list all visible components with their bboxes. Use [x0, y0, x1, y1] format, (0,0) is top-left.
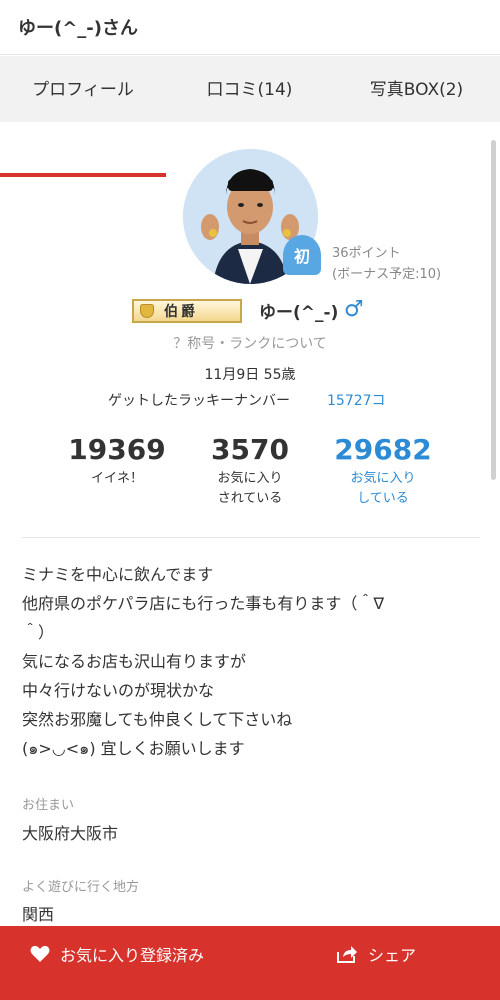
bio-line: ＾） — [22, 623, 55, 642]
tab-reviews[interactable]: 口コミ(14) — [166, 56, 333, 118]
first-time-badge: 初 — [283, 235, 321, 279]
divider — [22, 537, 480, 538]
birthday-age: 11月9日 55歳 — [204, 367, 296, 383]
page-title: ゆー(^_-)さん — [18, 18, 139, 39]
favoriting-count: 29682 — [334, 433, 432, 466]
bio-line: 中々行けないのが現状かな — [22, 681, 215, 700]
bio-line: 気になるお店も沢山有りますが — [22, 652, 247, 671]
bottom-action-bar: お気に入り登録済み シェア — [0, 926, 500, 1000]
points-value: 36ポイント — [332, 246, 401, 261]
favorite-button-label: お気に入り登録済み — [60, 946, 205, 965]
favorited-by-label-2: されている — [217, 491, 283, 506]
scrollbar[interactable] — [491, 140, 496, 480]
male-gender-icon: ♂ — [344, 297, 364, 322]
heart-icon — [30, 945, 50, 962]
stat-favorited-by: 3570 お気に入り されている — [175, 433, 325, 509]
residence-value: 大阪府大阪市 — [22, 824, 119, 843]
share-button[interactable]: シェア — [336, 938, 416, 970]
rank-label: 伯爵 — [164, 304, 198, 320]
shield-icon — [140, 304, 154, 318]
header: ゆー(^_-)さん — [0, 0, 500, 55]
bio-line: 突然お邪魔しても仲良くして下さいね — [22, 710, 293, 729]
share-icon — [337, 946, 357, 963]
tab-bar: プロフィール 口コミ(14) 写真BOX(2) — [0, 56, 500, 177]
residence-label: お住まい — [22, 798, 75, 813]
lucky-number-link[interactable]: 15727コ — [327, 390, 386, 410]
stat-favoriting[interactable]: 29682 お気に入り している — [308, 433, 458, 509]
likes-label: イイネ！ — [90, 471, 143, 486]
bio-line: ミナミを中心に飲んでます — [22, 565, 214, 584]
area-value: 関西 — [22, 905, 55, 924]
bio-line: 他府県のポケパラ店にも行った事も有ります（＾∇ — [22, 594, 385, 613]
stat-likes: 19369 イイネ！ — [42, 433, 192, 489]
bio: ミナミを中心に飲んでます 他府県のポケパラ店にも行った事も有ります（＾∇ ＾） … — [22, 560, 482, 763]
profile-page: ゆー(^_-)さん プロフィール 口コミ(14) 写真BOX(2) 初 36ポイ… — [0, 0, 500, 1000]
likes-count: 19369 — [68, 433, 166, 466]
points-info: 36ポイント (ボーナス予定:10) — [332, 243, 441, 285]
rank-help-link[interactable]: ？称号・ランクについて — [0, 333, 500, 353]
favorited-by-count: 3570 — [211, 433, 289, 466]
favorite-button[interactable]: お気に入り登録済み — [30, 938, 204, 970]
tab-photo-box[interactable]: 写真BOX(2) — [333, 56, 500, 118]
favoriting-label-2: している — [357, 491, 409, 506]
lucky-number-label: ゲットしたラッキーナンバー — [108, 393, 290, 409]
rank-badge: 伯爵 — [132, 299, 242, 323]
bonus-points: (ボーナス予定:10) — [332, 267, 442, 282]
favoriting-label-1: お気に入り — [350, 471, 416, 486]
bio-line: (๑>◡<๑) 宜しくお願いします — [22, 739, 245, 758]
area-label: よく遊びに行く地方 — [22, 880, 140, 895]
share-button-label: シェア — [368, 946, 417, 965]
first-time-badge-label: 初 — [293, 247, 310, 266]
active-tab-indicator — [0, 173, 166, 177]
username: ゆー(^_-) — [259, 303, 339, 323]
tab-profile[interactable]: プロフィール — [0, 56, 166, 118]
favorited-by-label-1: お気に入り — [217, 471, 283, 486]
